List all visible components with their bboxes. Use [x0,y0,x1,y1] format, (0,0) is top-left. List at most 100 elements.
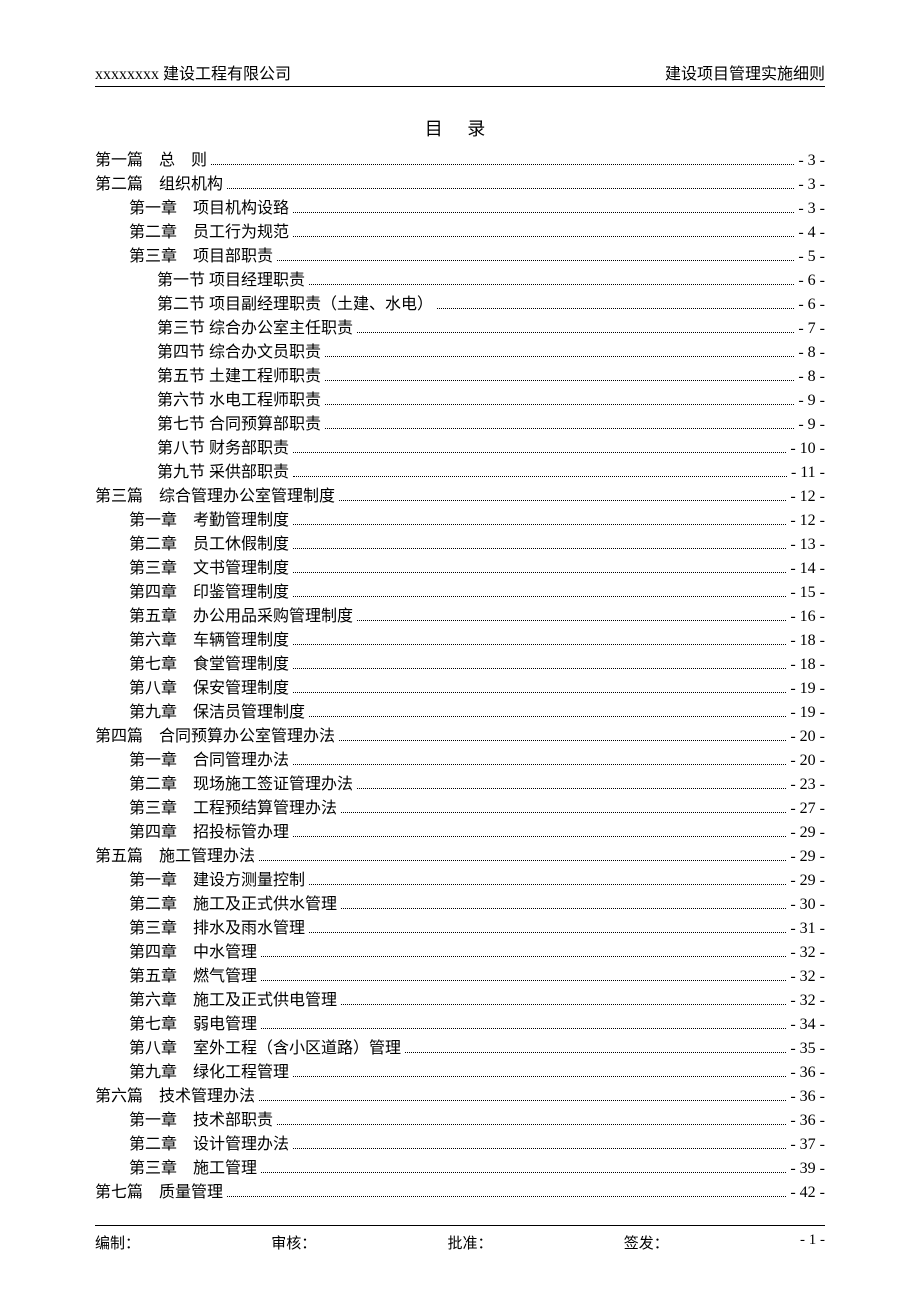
toc-leader-dots [293,764,786,765]
toc-entry-label: 第六节 水电工程师职责 [157,389,321,413]
footer-review: 审核： [271,1232,447,1253]
toc-entry-page: - 32 - [790,965,825,989]
toc-entry-label: 第二章 员工行为规范 [129,221,289,245]
toc-entry-label: 第二章 施工及正式供水管理 [129,893,337,917]
toc-entry-page: - 20 - [790,749,825,773]
toc-entry-page: - 32 - [790,941,825,965]
toc-entry-label: 第三章 项目部职责 [129,245,273,269]
toc-entry: 第二篇 组织机构 - 3 - [95,173,825,197]
toc-leader-dots [293,1076,786,1077]
toc-entry-label: 第二章 员工休假制度 [129,533,289,557]
toc-entry-label: 第一章 建设方测量控制 [129,869,305,893]
toc-entry-label: 第七节 合同预算部职责 [157,413,321,437]
toc-entry-label: 第三章 施工管理 [129,1157,257,1181]
toc-entry: 第七节 合同预算部职责 - 9 - [95,413,825,437]
toc-entry-page: - 15 - [790,581,825,605]
toc-entry-label: 第六章 车辆管理制度 [129,629,289,653]
toc-leader-dots [293,236,794,237]
toc-entry-page: - 29 - [790,869,825,893]
toc-entry: 第二章 员工行为规范 - 4 - [95,221,825,245]
toc-leader-dots [357,788,786,789]
toc-entry: 第一章 项目机构设臵 - 3 - [95,197,825,221]
toc-leader-dots [277,1124,786,1125]
toc-entry-label: 第一章 技术部职责 [129,1109,273,1133]
toc-entry-label: 第九节 采供部职责 [157,461,289,485]
toc-entry-page: - 11 - [791,461,825,485]
toc-leader-dots [405,1052,786,1053]
toc-entry-label: 第五篇 施工管理办法 [95,845,255,869]
toc-entry-label: 第三章 排水及雨水管理 [129,917,305,941]
toc-entry-label: 第三章 文书管理制度 [129,557,289,581]
toc-entry-label: 第七篇 质量管理 [95,1181,223,1205]
toc-leader-dots [227,188,794,189]
toc-entry-page: - 31 - [790,917,825,941]
toc-entry: 第四章 中水管理 - 32 - [95,941,825,965]
toc-entry-page: - 30 - [790,893,825,917]
toc-entry-page: - 16 - [790,605,825,629]
toc-leader-dots [259,860,786,861]
toc-entry: 第一节 项目经理职责 - 6 - [95,269,825,293]
toc-entry-page: - 3 - [798,197,825,221]
page-header: xxxxxxxx 建设工程有限公司 建设项目管理实施细则 [95,60,825,87]
toc-entry-label: 第一章 合同管理办法 [129,749,289,773]
toc-entry-label: 第九章 绿化工程管理 [129,1061,289,1085]
toc-leader-dots [293,572,786,573]
toc-entry-label: 第三篇 综合管理办公室管理制度 [95,485,335,509]
toc-entry-page: - 29 - [790,821,825,845]
toc-entry: 第二章 施工及正式供水管理 - 30 - [95,893,825,917]
toc-leader-dots [325,404,794,405]
toc-entry: 第七章 食堂管理制度 - 18 - [95,653,825,677]
toc-entry-label: 第一节 项目经理职责 [157,269,305,293]
toc-entry: 第五节 土建工程师职责 - 8 - [95,365,825,389]
toc-entry-page: - 23 - [790,773,825,797]
toc-entry-page: - 20 - [790,725,825,749]
toc-leader-dots [261,1172,786,1173]
toc-entry: 第六节 水电工程师职责 - 9 - [95,389,825,413]
toc-leader-dots [261,956,786,957]
toc-entry: 第一章 技术部职责 - 36 - [95,1109,825,1133]
toc-entry-label: 第六篇 技术管理办法 [95,1085,255,1109]
header-doc-title: 建设项目管理实施细则 [665,60,825,84]
toc-entry: 第三章 施工管理 - 39 - [95,1157,825,1181]
toc-leader-dots [293,1148,786,1149]
toc-entry-page: - 8 - [798,341,825,365]
toc-entry-label: 第七章 食堂管理制度 [129,653,289,677]
toc-entry-page: - 3 - [798,149,825,173]
toc-leader-dots [309,716,786,717]
toc-entry: 第五章 燃气管理 - 32 - [95,965,825,989]
toc-entry-label: 第八章 室外工程（含小区道路）管理 [129,1037,401,1061]
footer-page-number: - 1 - [800,1232,825,1253]
toc-entry-page: - 36 - [790,1061,825,1085]
toc-entry-label: 第三节 综合办公室主任职责 [157,317,353,341]
toc-title: 目 录 [95,115,825,141]
toc-entry: 第一章 建设方测量控制 - 29 - [95,869,825,893]
footer-issue: 签发： [624,1232,800,1253]
toc-leader-dots [341,908,786,909]
toc-entry: 第三节 综合办公室主任职责 - 7 - [95,317,825,341]
toc-entry: 第一章 考勤管理制度 - 12 - [95,509,825,533]
toc-leader-dots [341,1004,786,1005]
toc-entry-label: 第四章 印鉴管理制度 [129,581,289,605]
toc-entry-page: - 9 - [798,389,825,413]
page-footer: 编制： 审核： 批准： 签发： - 1 - [95,1225,825,1253]
toc-leader-dots [357,620,786,621]
toc-entry-label: 第八章 保安管理制度 [129,677,289,701]
toc-entry-page: - 6 - [798,293,825,317]
toc-entry: 第七章 弱电管理 - 34 - [95,1013,825,1037]
toc-entry-page: - 8 - [798,365,825,389]
toc-entry-label: 第五章 办公用品采购管理制度 [129,605,353,629]
toc-entry-label: 第二章 现场施工签证管理办法 [129,773,353,797]
toc-entry-label: 第三章 工程预结算管理办法 [129,797,337,821]
toc-entry-label: 第四章 中水管理 [129,941,257,965]
toc-leader-dots [341,812,786,813]
toc-entry-page: - 3 - [798,173,825,197]
toc-leader-dots [437,308,794,309]
toc-entry: 第六篇 技术管理办法 - 36 - [95,1085,825,1109]
toc-entry-label: 第二篇 组织机构 [95,173,223,197]
toc-entry-page: - 32 - [790,989,825,1013]
toc-leader-dots [293,452,786,453]
toc-entry-page: - 12 - [790,485,825,509]
toc-container: 第一篇 总 则 - 3 -第二篇 组织机构 - 3 -第一章 项目机构设臵 - … [95,149,825,1205]
toc-entry-page: - 18 - [790,629,825,653]
toc-leader-dots [211,164,794,165]
